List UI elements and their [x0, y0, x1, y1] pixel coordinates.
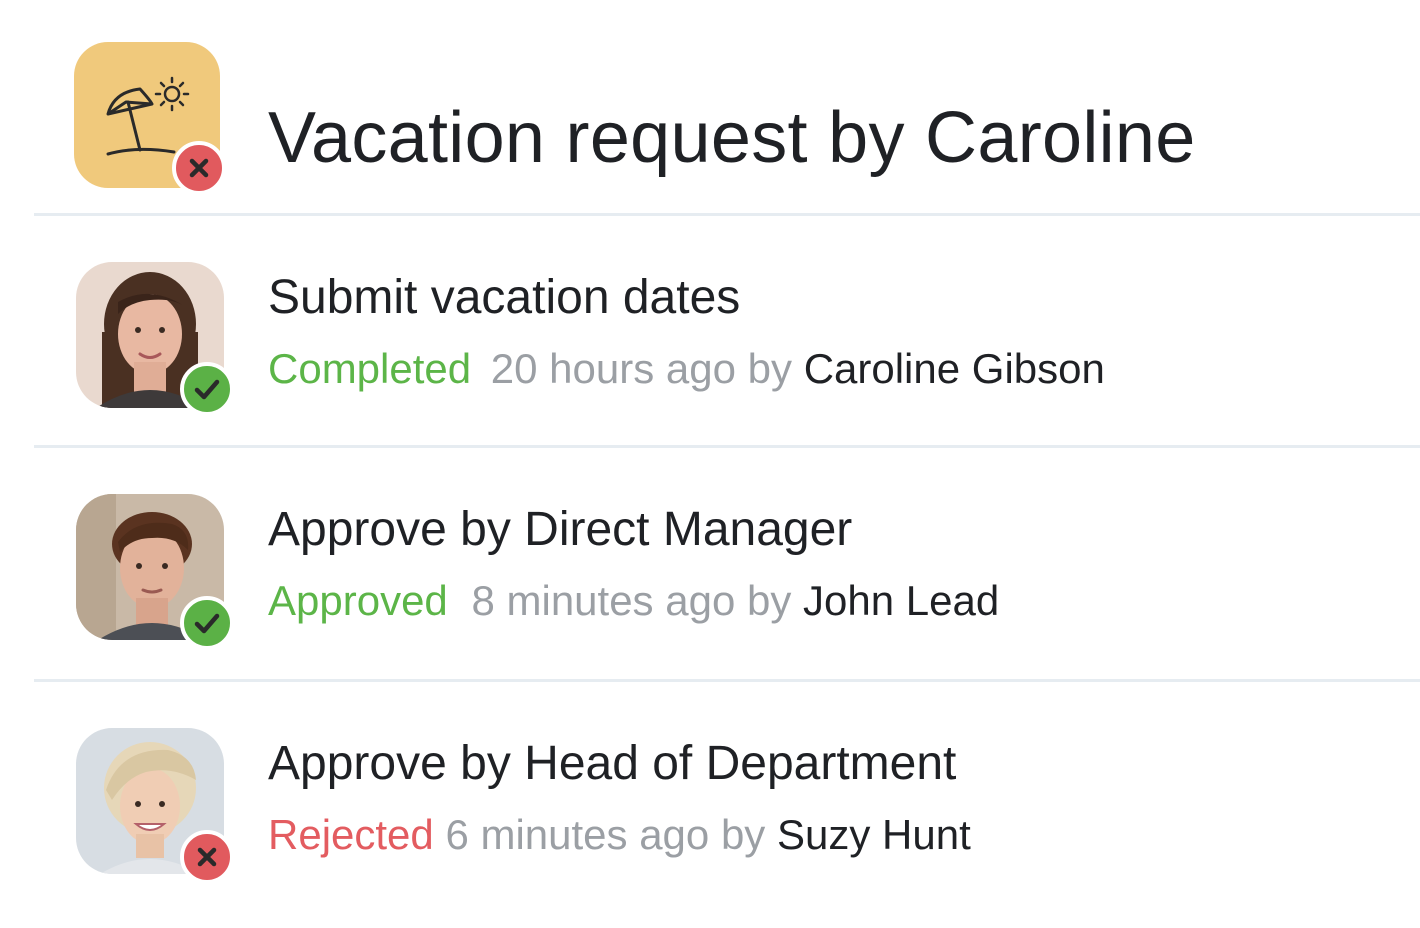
- step-meta: Rejected 6 minutes ago by Suzy Hunt: [268, 810, 971, 860]
- workflow-card: Vacation request by Caroline Submit vaca…: [0, 0, 1420, 928]
- status-approved: Approved: [268, 577, 448, 624]
- step-by: by: [747, 345, 793, 392]
- status-completed: Completed: [268, 345, 472, 392]
- step-by: by: [720, 811, 766, 858]
- request-header: Vacation request by Caroline: [0, 0, 1420, 214]
- check-icon: [180, 596, 234, 650]
- status-rejected: Rejected: [268, 811, 434, 858]
- step-time: 8 minutes ago: [471, 577, 736, 624]
- step-actor[interactable]: John Lead: [803, 577, 999, 624]
- step-time: 6 minutes ago: [445, 811, 710, 858]
- page-title: Vacation request by Caroline: [268, 98, 1196, 178]
- step-title: Approve by Direct Manager: [268, 503, 853, 556]
- step-approve-head-of-department[interactable]: Approve by Head of Department Rejected 6…: [0, 680, 1420, 912]
- step-actor[interactable]: Caroline Gibson: [804, 345, 1105, 392]
- step-submit-vacation-dates[interactable]: Submit vacation dates Completed 20 hours…: [0, 214, 1420, 446]
- step-time: 20 hours ago: [490, 345, 736, 392]
- step-approve-direct-manager[interactable]: Approve by Direct Manager Approved 8 min…: [0, 446, 1420, 678]
- step-title: Submit vacation dates: [268, 271, 741, 324]
- step-title: Approve by Head of Department: [268, 737, 957, 790]
- step-actor[interactable]: Suzy Hunt: [777, 811, 971, 858]
- x-icon: [180, 830, 234, 884]
- check-icon: [180, 362, 234, 416]
- step-by: by: [746, 577, 792, 624]
- step-meta: Completed 20 hours ago by Caroline Gibso…: [268, 344, 1105, 394]
- step-meta: Approved 8 minutes ago by John Lead: [268, 576, 999, 626]
- rejected-badge-icon: [172, 141, 226, 195]
